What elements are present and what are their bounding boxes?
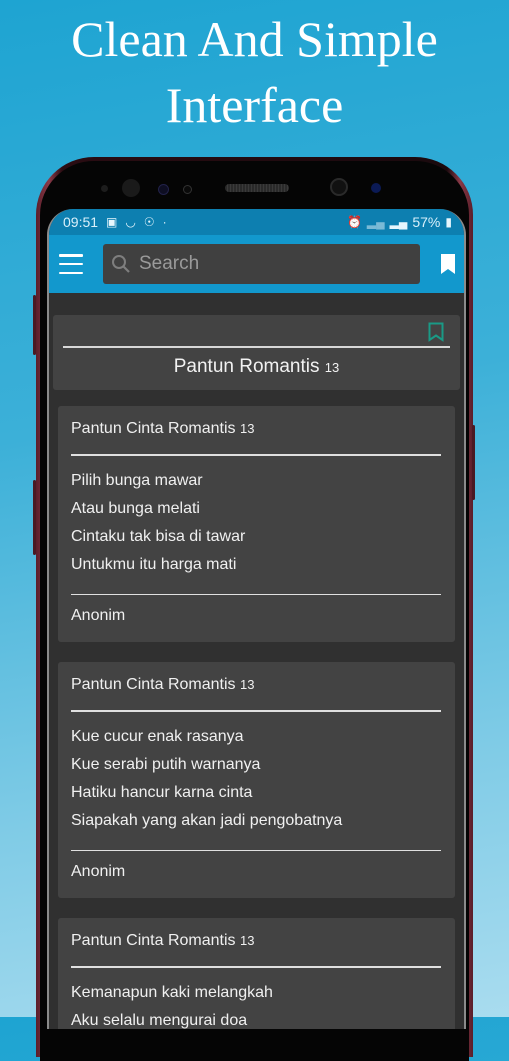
poem-title: Pantun Cinta Romantis 13 xyxy=(71,675,441,695)
poem-card[interactable]: Pantun Cinta Romantis 13 Pilih bunga maw… xyxy=(58,406,455,642)
poem-line: Kue cucur enak rasanya xyxy=(71,727,244,745)
poem-author: Anonim xyxy=(71,607,126,624)
poem-number: 13 xyxy=(239,933,255,948)
divider xyxy=(71,454,441,456)
status-time: 09:51 xyxy=(63,214,99,230)
search-icon xyxy=(112,255,130,273)
poem-line: Cintaku tak bisa di tawar xyxy=(71,527,246,545)
power-button xyxy=(472,425,475,500)
poem-line: Pilih bunga mawar xyxy=(71,471,203,489)
status-bar: 09:51 ▣ ◡ ☉ · ⏰ ▂▄ ▂▄ 57% ▮ xyxy=(49,209,464,235)
category-header-card: Pantun Romantis 13 xyxy=(53,315,460,390)
poem-line: Kemanapun kaki melangkah xyxy=(71,983,273,1001)
promo-headline: Clean And Simple Interface xyxy=(0,6,509,138)
category-title: Pantun Romantis 13 xyxy=(53,356,460,378)
divider xyxy=(71,710,441,712)
headline-line-2: Interface xyxy=(165,77,344,133)
poem-title-text: Pantun Cinta Romantis xyxy=(71,676,236,693)
iris-scanner-icon xyxy=(122,179,140,197)
divider xyxy=(71,849,441,851)
poem-line: Kue serabi putih warnanya xyxy=(71,755,261,773)
hamburger-menu-icon[interactable] xyxy=(59,254,83,274)
poem-title-text: Pantun Cinta Romantis xyxy=(71,420,236,437)
bookmark-toggle[interactable] xyxy=(428,322,444,347)
gallery-icon: ▣ xyxy=(106,215,118,229)
headline-line-1: Clean And Simple xyxy=(71,11,438,67)
phone-screen: 09:51 ▣ ◡ ☉ · ⏰ ▂▄ ▂▄ 57% ▮ Search Pantu… xyxy=(47,209,466,1029)
divider xyxy=(71,593,441,595)
proximity-sensor-icon xyxy=(158,184,169,195)
bookmark-outline-icon xyxy=(428,322,444,342)
poem-line: Atau bunga melati xyxy=(71,499,200,517)
bookmarks-button[interactable] xyxy=(420,244,456,284)
poem-line: Hatiku hancur karna cinta xyxy=(71,783,253,801)
app-bar xyxy=(49,235,464,293)
earpiece-speaker xyxy=(225,184,289,192)
divider xyxy=(71,966,441,968)
bixby-button xyxy=(33,480,36,555)
bookmark-filled-icon xyxy=(441,254,455,274)
volume-button xyxy=(33,295,36,355)
category-title-text: Pantun Romantis xyxy=(173,356,320,377)
poem-number: 13 xyxy=(239,421,255,436)
cloud-icon: ◡ xyxy=(125,215,136,229)
poem-line: Siapakah yang akan jadi pengobatnya xyxy=(71,811,343,829)
battery-percent: 57% xyxy=(412,214,441,230)
poem-title: Pantun Cinta Romantis 13 xyxy=(71,931,441,951)
iris-camera-icon xyxy=(371,183,381,193)
poem-card[interactable]: Pantun Cinta Romantis 13 Kue cucur enak … xyxy=(58,662,455,898)
search-bar[interactable] xyxy=(103,244,420,284)
divider xyxy=(63,346,450,348)
battery-charging-icon: ▮ xyxy=(445,215,452,229)
sensor-icon xyxy=(101,185,108,192)
shield-icon: ☉ xyxy=(143,215,155,229)
poem-line: Aku selalu mengurai doa xyxy=(71,1011,248,1029)
signal-icon: ▂▄ xyxy=(389,215,408,229)
poem-line: Untukmu itu harga mati xyxy=(71,555,237,573)
led-icon xyxy=(183,185,192,194)
front-camera-icon xyxy=(330,178,348,196)
dot-icon: · xyxy=(162,215,167,229)
category-number: 13 xyxy=(324,360,340,375)
poem-number: 13 xyxy=(239,677,255,692)
alarm-icon: ⏰ xyxy=(346,215,362,229)
poem-title-text: Pantun Cinta Romantis xyxy=(71,932,236,949)
content-list[interactable]: Pantun Romantis 13 Pantun Cinta Romantis… xyxy=(49,293,464,1029)
search-input[interactable] xyxy=(137,252,401,276)
poem-title: Pantun Cinta Romantis 13 xyxy=(71,419,441,439)
signal-weak-icon: ▂▄ xyxy=(366,215,385,229)
poem-card[interactable]: Pantun Cinta Romantis 13 Kemanapun kaki … xyxy=(58,918,455,1029)
poem-author: Anonim xyxy=(71,863,126,880)
